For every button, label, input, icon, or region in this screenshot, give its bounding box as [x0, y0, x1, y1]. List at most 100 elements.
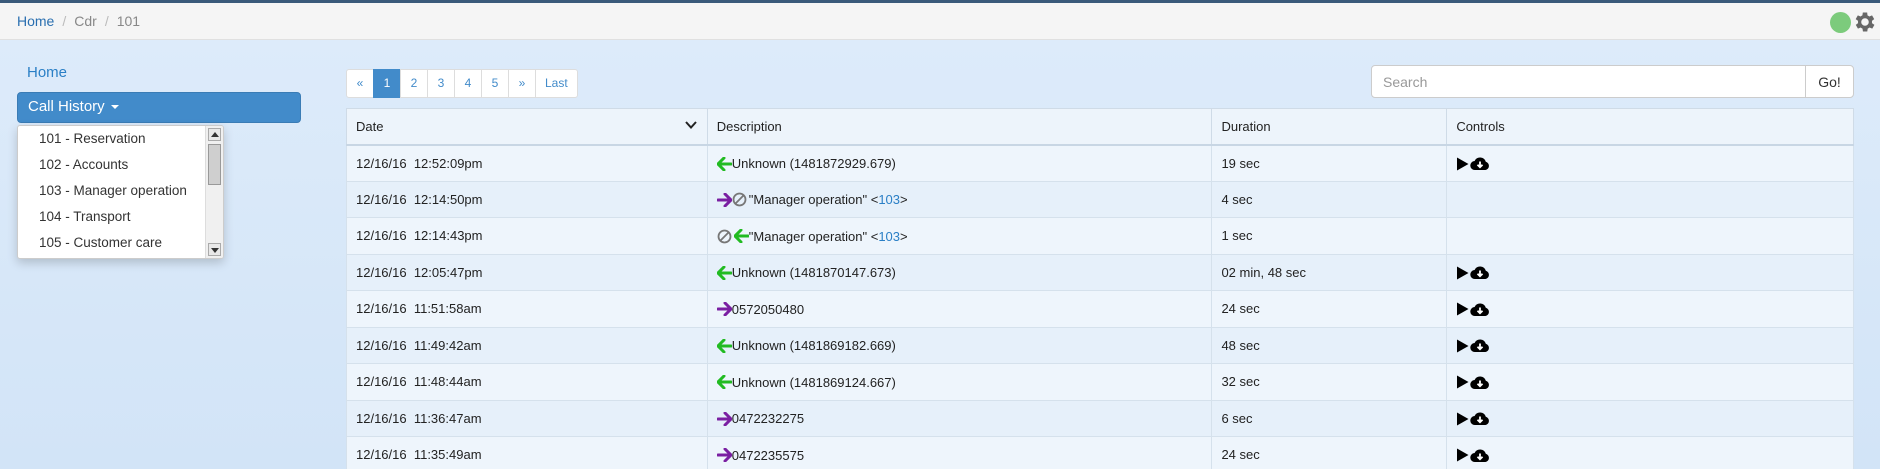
download-cloud-icon[interactable]: [1470, 338, 1490, 353]
sidebar-home-link[interactable]: Home: [27, 64, 67, 81]
table-row[interactable]: 12/16/16 11:36:47am 0472232275 6 sec: [346, 399, 1854, 437]
download-cloud-icon[interactable]: [1470, 448, 1490, 463]
scroll-up-arrow-icon[interactable]: [208, 128, 221, 141]
cell-date: 12/16/16 12:14:43pm: [346, 217, 708, 255]
page-button[interactable]: 2: [400, 69, 428, 98]
outgoing-call-arrow-icon: [716, 411, 732, 426]
extension-dropdown-menu: 101 - Reservation 102 - Accounts 103 - M…: [17, 125, 224, 259]
page-button[interactable]: 5: [481, 69, 509, 98]
column-header-controls: Controls: [1446, 108, 1854, 146]
blocked-icon: [717, 229, 732, 244]
pagination: «1 2 3 4 5» Last: [346, 69, 578, 98]
breadcrumb-home-link[interactable]: Home: [17, 13, 54, 29]
sort-desc-icon[interactable]: [685, 120, 697, 130]
outgoing-call-arrow-icon: [716, 448, 732, 463]
cell-description: "Manager operation" <103>: [706, 180, 1213, 218]
table-row[interactable]: 12/16/16 12:14:43pm "Manager operation" <…: [346, 217, 1854, 255]
description-text: 0472232275: [731, 411, 805, 427]
cell-description: Unknown (1481869182.669): [706, 326, 1213, 364]
page-button[interactable]: 1: [373, 69, 401, 98]
play-icon[interactable]: [1456, 302, 1469, 316]
description-text: Unknown (1481872929.679): [731, 156, 896, 172]
description-text: 0572050480: [731, 301, 805, 317]
table-row[interactable]: 12/16/16 11:35:49am 0472235575 24 sec: [346, 436, 1854, 469]
dropdown-item-102[interactable]: 102 - Accounts: [18, 152, 223, 178]
cell-date: 12/16/16 12:52:09pm: [346, 144, 708, 182]
main-content: Home Call History 101 - Reservation 102 …: [0, 40, 1880, 469]
breadcrumb: Home / Cdr / 101: [17, 13, 140, 29]
play-icon[interactable]: [1456, 339, 1469, 353]
cell-duration: 48 sec: [1211, 326, 1448, 364]
page-button[interactable]: 4: [454, 69, 482, 98]
call-records-table: Date Description Duration Controls 12/16…: [346, 108, 1854, 469]
go-button[interactable]: Go!: [1805, 65, 1854, 98]
download-cloud-icon[interactable]: [1470, 411, 1490, 426]
table-row[interactable]: 12/16/16 12:05:47pm Unknown (1481870147.6…: [346, 253, 1854, 291]
page-button[interactable]: »: [508, 69, 536, 98]
incoming-call-arrow-icon: [733, 229, 749, 244]
dropdown-scrollbar[interactable]: [205, 126, 223, 258]
cell-description: 0472235575: [706, 436, 1213, 469]
cell-controls: [1446, 253, 1854, 291]
table-row[interactable]: 12/16/16 12:52:09pm Unknown (1481872929.6…: [346, 144, 1854, 182]
caret-down-icon: [110, 105, 119, 110]
dropdown-item-101[interactable]: 101 - Reservation: [18, 126, 223, 152]
play-icon[interactable]: [1456, 448, 1469, 462]
outgoing-call-arrow-icon: [716, 302, 732, 317]
top-bar: Home / Cdr / 101: [0, 0, 1880, 40]
call-history-dropdown-button[interactable]: Call History: [17, 92, 301, 123]
column-header-duration[interactable]: Duration: [1211, 108, 1448, 146]
outgoing-call-arrow-icon: [716, 192, 732, 207]
breadcrumb-cdr: Cdr: [74, 13, 97, 29]
scroll-down-arrow-icon[interactable]: [208, 243, 221, 256]
extension-link[interactable]: 103: [878, 229, 900, 244]
scroll-thumb[interactable]: [208, 144, 221, 185]
table-row[interactable]: 12/16/16 11:49:42am Unknown (1481869182.6…: [346, 326, 1854, 364]
cell-duration: 1 sec: [1211, 217, 1448, 255]
column-header-description[interactable]: Description: [706, 108, 1213, 146]
dropdown-item-104[interactable]: 104 - Transport: [18, 204, 223, 230]
table-row[interactable]: 12/16/16 11:51:58am 0572050480 24 sec: [346, 290, 1854, 328]
play-icon[interactable]: [1456, 157, 1469, 171]
play-icon[interactable]: [1456, 375, 1469, 389]
table-row[interactable]: 12/16/16 11:48:44am Unknown (1481869124.6…: [346, 363, 1854, 401]
cell-date: 12/16/16 11:48:44am: [346, 363, 708, 401]
cell-duration: 6 sec: [1211, 399, 1448, 437]
cell-controls: [1446, 290, 1854, 328]
download-cloud-icon[interactable]: [1470, 375, 1490, 390]
breadcrumb-current: 101: [116, 13, 141, 29]
page-button[interactable]: Last: [535, 69, 578, 98]
search-input[interactable]: [1371, 65, 1806, 98]
column-header-date[interactable]: Date: [346, 108, 708, 146]
cell-controls: [1446, 436, 1854, 469]
incoming-call-arrow-icon: [716, 338, 732, 353]
cell-date: 12/16/16 11:36:47am: [346, 399, 708, 437]
cell-description: 0472232275: [706, 399, 1213, 437]
download-cloud-icon[interactable]: [1470, 302, 1490, 317]
cell-duration: 24 sec: [1211, 290, 1448, 328]
description-suffix: >: [900, 192, 908, 208]
cell-description: Unknown (1481870147.673): [706, 253, 1213, 291]
cell-duration: 32 sec: [1211, 363, 1448, 401]
extension-link[interactable]: 103: [878, 192, 900, 207]
page-button[interactable]: «: [346, 69, 374, 98]
description-suffix: >: [900, 228, 908, 244]
breadcrumb-separator: /: [104, 13, 109, 29]
description-text: "Manager operation" <: [748, 192, 879, 208]
gear-icon[interactable]: [1852, 9, 1878, 35]
download-cloud-icon[interactable]: [1470, 156, 1490, 171]
description-text: Unknown (1481869124.667): [731, 374, 896, 390]
cell-date: 12/16/16 11:35:49am: [346, 436, 708, 469]
incoming-call-arrow-icon: [716, 156, 732, 171]
table-row[interactable]: 12/16/16 12:14:50pm "Manager operation" <…: [346, 180, 1854, 218]
cell-duration: 19 sec: [1211, 144, 1448, 182]
play-icon[interactable]: [1456, 412, 1469, 426]
dropdown-item-103[interactable]: 103 - Manager operation: [18, 178, 223, 204]
incoming-call-arrow-icon: [716, 265, 732, 280]
page-button[interactable]: 3: [427, 69, 455, 98]
cell-duration: 24 sec: [1211, 436, 1448, 469]
dropdown-item-105[interactable]: 105 - Customer care: [18, 230, 223, 256]
play-icon[interactable]: [1456, 266, 1469, 280]
download-cloud-icon[interactable]: [1470, 265, 1490, 280]
date-header-label: Date: [356, 118, 384, 134]
